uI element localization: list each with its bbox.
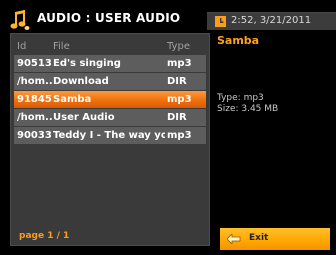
clock-icon bbox=[215, 16, 226, 27]
selected-file-title: Samba bbox=[217, 34, 260, 47]
column-header-id: Id bbox=[17, 41, 27, 52]
file-row[interactable]: 90033 Teddy I - The way you mp3 bbox=[14, 127, 206, 144]
exit-label: Exit bbox=[249, 233, 269, 243]
row-id: 90513 bbox=[17, 58, 52, 69]
file-row[interactable]: /hom... User Audio DIR bbox=[14, 109, 206, 126]
exit-button[interactable]: Exit bbox=[220, 228, 330, 250]
file-row[interactable]: 90513 Ed's singing mp3 bbox=[14, 55, 206, 72]
row-id: /hom... bbox=[17, 76, 52, 87]
page-indicator: page 1 / 1 bbox=[19, 231, 70, 241]
file-row-selected[interactable]: 91845 Samba mp3 bbox=[14, 91, 206, 108]
row-file: Teddy I - The way you bbox=[53, 130, 165, 141]
row-type: DIR bbox=[167, 112, 187, 123]
row-type: DIR bbox=[167, 76, 187, 87]
clock-bar: 2:52, 3/21/2011 bbox=[207, 12, 336, 30]
row-file: Download bbox=[53, 76, 109, 87]
row-file: Ed's singing bbox=[53, 58, 121, 69]
datetime-label: 2:52, 3/21/2011 bbox=[231, 15, 312, 26]
back-arrow-icon bbox=[227, 234, 241, 244]
file-list: 90513 Ed's singing mp3 /hom... Download … bbox=[14, 55, 206, 145]
file-row[interactable]: /hom... Download DIR bbox=[14, 73, 206, 90]
row-type: mp3 bbox=[167, 130, 192, 141]
audio-screen: AUDIO : USER AUDIO 2:52, 3/21/2011 Id Fi… bbox=[0, 0, 336, 255]
row-type: mp3 bbox=[167, 58, 192, 69]
music-notes-icon bbox=[10, 10, 30, 30]
row-type: mp3 bbox=[167, 94, 192, 105]
row-file: User Audio bbox=[53, 112, 115, 123]
row-file: Samba bbox=[53, 94, 92, 105]
column-header-type: Type bbox=[167, 41, 190, 52]
file-list-panel: Id File Type 90513 Ed's singing mp3 /hom… bbox=[10, 33, 210, 246]
selected-file-type: Type: mp3 bbox=[217, 93, 264, 103]
selected-file-size: Size: 3.45 MB bbox=[217, 104, 279, 114]
row-id: /hom... bbox=[17, 112, 52, 123]
page-title: AUDIO : USER AUDIO bbox=[37, 11, 181, 25]
row-id: 91845 bbox=[17, 94, 52, 105]
column-header-file: File bbox=[53, 41, 70, 52]
row-id: 90033 bbox=[17, 130, 52, 141]
